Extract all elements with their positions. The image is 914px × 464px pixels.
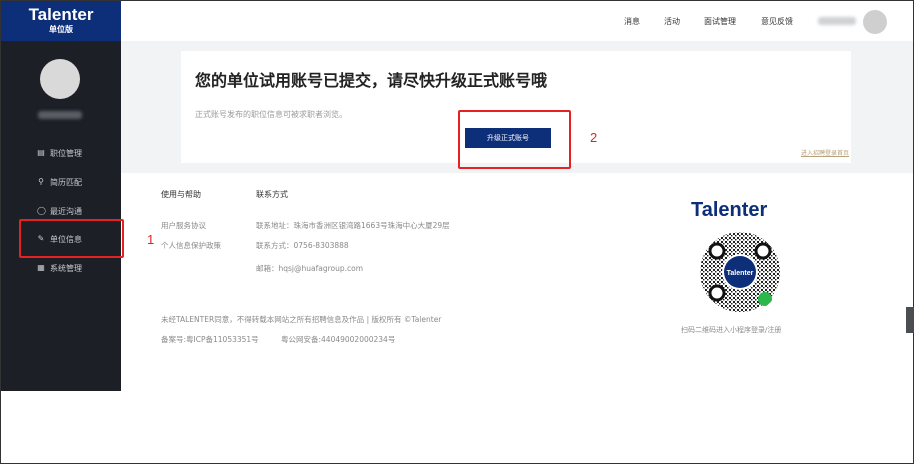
brand-logo[interactable]: Talenter 单位版 [1, 1, 121, 41]
top-avatar[interactable] [863, 10, 887, 34]
footer-icp[interactable]: 备案号:粤ICP备11053351号 [161, 334, 259, 345]
brand-name: Talenter [28, 5, 94, 24]
footer-copyright: 未经TALENTER同意，不得转载本网站之所有招聘信息及作品 | 版权所有 ©T… [161, 315, 442, 324]
footer: 使用与帮助 联系方式 用户服务协议 个人信息保护政策 联系地址：珠海市香洲区银湾… [121, 173, 913, 393]
qr-caption: 扫码二维码进入小程序登录/注册 [681, 326, 782, 334]
footer-address: 联系地址：珠海市香洲区银湾路1663号珠海中心大厦29层 [256, 221, 450, 230]
top-username-blurred [818, 17, 856, 25]
sidebar-item-system-management[interactable]: ▦ 系统管理 [37, 261, 82, 275]
top-link-interview-management[interactable]: 面试管理 [704, 16, 736, 27]
qr-center-label: Talenter [727, 270, 754, 277]
sidebar-item-resume-match[interactable]: ⚲ 简历匹配 [37, 175, 82, 189]
top-bar: 消息 活动 面试管理 意见反馈 [121, 1, 913, 41]
sidebar-item-recent-chat[interactable]: ◯ 最近沟通 [37, 204, 82, 218]
top-link-activities[interactable]: 活动 [664, 16, 680, 27]
search-icon: ⚲ [38, 177, 44, 186]
footer-police-record[interactable]: 粤公网安备:44049002000234号 [281, 334, 395, 345]
list-icon: ▤ [37, 148, 45, 157]
top-link-feedback[interactable]: 意见反馈 [761, 16, 793, 27]
scrollbar-handle[interactable] [906, 307, 914, 333]
notice-small-link[interactable]: 进入招聘登录首页 [801, 148, 849, 157]
footer-help-heading: 使用与帮助 [161, 190, 201, 199]
sidebar-item-label: 最近沟通 [50, 206, 82, 216]
qr-code-image: Talenter [698, 230, 782, 314]
grid-icon: ▦ [37, 263, 45, 272]
sidebar: Talenter 单位版 ▤ 职位管理 ⚲ 简历匹配 ◯ 最近沟通 ✎ 单位信息… [1, 1, 121, 391]
footer-link-user-agreement[interactable]: 用户服务协议 [161, 220, 206, 231]
brand-subtitle: 单位版 [49, 25, 73, 34]
footer-phone: 联系方式：0756-8303888 [256, 241, 349, 250]
sidebar-item-position-management[interactable]: ▤ 职位管理 [37, 146, 82, 160]
footer-contact-heading: 联系方式 [256, 190, 288, 199]
top-link-messages[interactable]: 消息 [624, 16, 640, 27]
footer-link-privacy-policy[interactable]: 个人信息保护政策 [161, 240, 221, 251]
chat-icon: ◯ [37, 206, 46, 215]
notice-description: 正式账号发布的职位信息可被求职者浏览。 [195, 110, 347, 119]
sidebar-item-label: 职位管理 [50, 148, 82, 158]
annotation-number-1: 1 [147, 232, 155, 247]
sidebar-avatar[interactable] [40, 59, 80, 99]
sidebar-item-label: 系统管理 [50, 263, 82, 273]
footer-email: 邮箱：hqsj@huafagroup.com [256, 264, 364, 273]
annotation-number-2: 2 [590, 130, 598, 145]
sidebar-item-label: 简历匹配 [50, 177, 82, 187]
annotation-box-2 [458, 110, 571, 169]
sidebar-username-blurred [38, 111, 82, 119]
annotation-box-1 [19, 219, 124, 258]
qr-brand-logo: Talenter [691, 199, 768, 221]
notice-title: 您的单位试用账号已提交，请尽快升级正式账号哦 [195, 71, 548, 90]
